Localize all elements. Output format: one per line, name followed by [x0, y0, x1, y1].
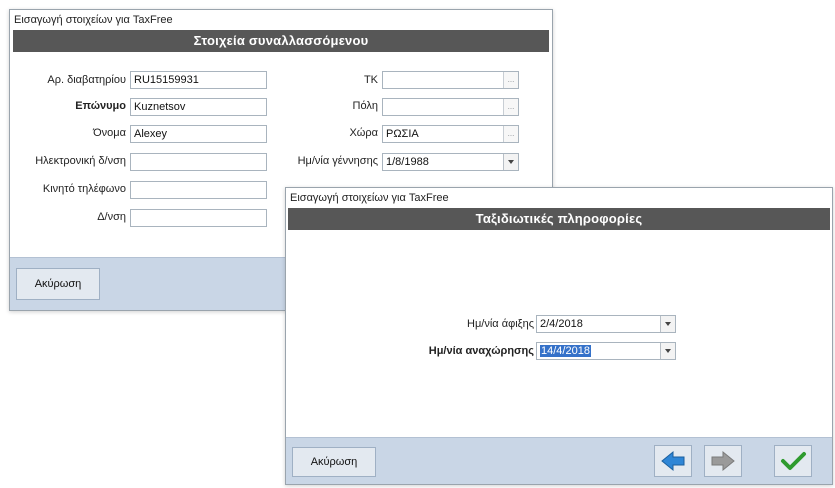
address-field[interactable]: [130, 209, 267, 227]
mobile-phone-field[interactable]: [130, 181, 267, 199]
cancel-button[interactable]: Ακύρωση: [292, 447, 376, 477]
checkmark-shape: [781, 452, 806, 470]
birth-date-value: 1/8/1988: [386, 156, 429, 168]
arrow-right-icon: [711, 450, 735, 472]
arrival-date-field[interactable]: 2/4/2018: [536, 315, 676, 333]
first-name-label: Όνομα: [93, 127, 126, 139]
passport-number-label: Αρ. διαβατηρίου: [47, 74, 126, 86]
birth-date-field[interactable]: 1/8/1988: [382, 153, 519, 171]
departure-date-value: 14/4/2018: [540, 345, 591, 357]
arrival-date-label: Ημ/νία άφιξης: [467, 318, 534, 330]
arrow-right-shape: [711, 450, 735, 472]
city-field[interactable]: ...: [382, 98, 519, 116]
arrow-left-shape: [661, 450, 685, 472]
city-lookup-button[interactable]: ...: [503, 99, 518, 115]
city-label: Πόλη: [352, 100, 378, 112]
cancel-button[interactable]: Ακύρωση: [16, 268, 100, 300]
window-title: Εισαγωγή στοιχείων για TaxFree: [10, 10, 552, 30]
postal-code-lookup-button[interactable]: ...: [503, 72, 518, 88]
surname-field[interactable]: Kuznetsov: [130, 98, 267, 116]
surname-label: Επώνυμο: [75, 100, 126, 112]
arrival-date-dropdown-icon[interactable]: [660, 316, 675, 332]
arrow-left-icon: [661, 450, 685, 472]
departure-date-dropdown-icon[interactable]: [660, 343, 675, 359]
travel-info-window: Εισαγωγή στοιχείων για TaxFree Ταξιδιωτι…: [285, 187, 833, 485]
arrival-date-value: 2/4/2018: [540, 318, 583, 330]
first-name-field[interactable]: Alexey: [130, 125, 267, 143]
postal-code-label: ΤΚ: [363, 74, 378, 86]
address-label: Δ/νση: [97, 211, 126, 223]
section-header: Ταξιδιωτικές πληροφορίες: [288, 208, 830, 230]
country-value: ΡΩΣΙΑ: [386, 128, 419, 140]
confirm-button[interactable]: [774, 445, 812, 477]
email-field[interactable]: [130, 153, 267, 171]
birth-date-label: Ημ/νία γέννησης: [297, 155, 378, 167]
window-title: Εισαγωγή στοιχείων για TaxFree: [286, 188, 832, 208]
postal-code-field[interactable]: ...: [382, 71, 519, 89]
passport-number-field[interactable]: RU15159931: [130, 71, 267, 89]
window-footer: Ακύρωση: [286, 437, 832, 484]
back-button[interactable]: [654, 445, 692, 477]
section-header: Στοιχεία συναλλασσόμενου: [13, 30, 549, 52]
country-label: Χώρα: [349, 127, 378, 139]
country-field[interactable]: ΡΩΣΙΑ ...: [382, 125, 519, 143]
checkmark-icon: [781, 452, 806, 470]
departure-date-field[interactable]: 14/4/2018: [536, 342, 676, 360]
birth-date-dropdown-icon[interactable]: [503, 154, 518, 170]
departure-date-label: Ημ/νία αναχώρησης: [428, 345, 534, 357]
email-label: Ηλεκτρονική δ/νση: [35, 155, 126, 167]
forward-button[interactable]: [704, 445, 742, 477]
mobile-phone-label: Κινητό τηλέφωνο: [42, 183, 126, 195]
country-lookup-button[interactable]: ...: [503, 126, 518, 142]
